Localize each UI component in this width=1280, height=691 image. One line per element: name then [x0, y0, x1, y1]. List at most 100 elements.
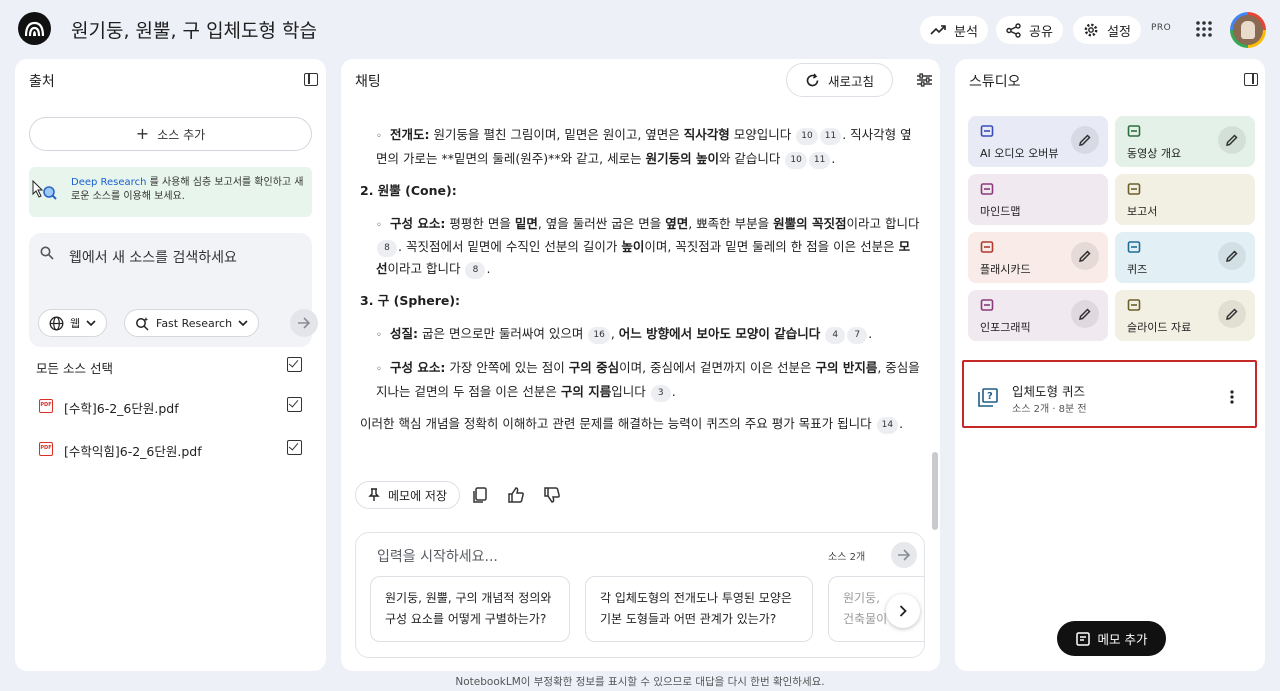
- flashcard-icon: [980, 241, 994, 253]
- quiz-icon: ?: [978, 388, 998, 407]
- source-search-box: 웹에서 새 소스를 검색하세요 웹 Fast Research: [29, 233, 318, 347]
- svg-text:?: ?: [987, 391, 993, 402]
- pin-icon: [368, 488, 380, 501]
- citation-chip[interactable]: 14: [876, 417, 899, 434]
- chevron-down-icon: [238, 320, 248, 326]
- refresh-icon: [806, 72, 819, 86]
- edit-pencil-icon[interactable]: [1071, 126, 1099, 154]
- copy-icon[interactable]: [471, 486, 489, 504]
- submit-search-button[interactable]: [290, 309, 318, 337]
- collapse-panel-icon[interactable]: [1244, 73, 1258, 86]
- response-paragraph: ◦ 전개도: 원기둥을 펼친 그림이며, 밑면은 원이고, 옆면은 직사각형 모양…: [360, 124, 920, 169]
- thumbs-up-icon[interactable]: [507, 486, 525, 504]
- edit-pencil-icon[interactable]: [1218, 300, 1246, 328]
- select-all-checkbox[interactable]: [287, 357, 302, 372]
- fast-research-dropdown[interactable]: Fast Research: [124, 309, 260, 337]
- source-name: [수학익힘]6-2_6단원.pdf: [64, 444, 202, 459]
- edit-pencil-icon[interactable]: [1071, 300, 1099, 328]
- deep-research-text: Deep Research 를 사용해 심층 보고서를 확인하고 새로운 소스를…: [71, 177, 304, 202]
- studio-tile-label: 보고서: [1127, 205, 1158, 218]
- analyze-button[interactable]: 분석: [920, 16, 988, 44]
- source-checkbox[interactable]: [287, 440, 302, 455]
- studio-tile[interactable]: 슬라이드 자료: [1115, 290, 1255, 341]
- add-note-button[interactable]: 메모 추가: [1057, 621, 1166, 656]
- refresh-button[interactable]: 새로고침: [786, 63, 893, 97]
- citation-chip[interactable]: 10: [796, 128, 818, 145]
- tune-icon[interactable]: [917, 73, 932, 87]
- chat-title: 채팅: [355, 74, 381, 90]
- share-button[interactable]: 공유: [996, 16, 1063, 44]
- citation-chip[interactable]: 7: [847, 326, 868, 344]
- citation-chip[interactable]: 8: [465, 261, 486, 279]
- quiz-meta: 소스 2개 · 8분 전: [1012, 404, 1087, 415]
- notebook-title[interactable]: 원기둥, 원뿔, 구 입체도형 학습: [71, 16, 317, 43]
- avatar[interactable]: [1230, 12, 1266, 48]
- citation-chip[interactable]: 16: [588, 326, 610, 344]
- deep-research-link[interactable]: Deep Research: [71, 177, 146, 188]
- save-to-memo-button[interactable]: 메모에 저장: [355, 481, 461, 509]
- more-options-icon[interactable]: [1230, 390, 1234, 404]
- citation-chip[interactable]: 4: [825, 326, 846, 344]
- gear-icon: [1084, 23, 1098, 37]
- studio-tile[interactable]: 보고서: [1115, 174, 1255, 225]
- search-spark-icon: [136, 316, 149, 331]
- studio-tile-label: 인포그래픽: [980, 321, 1031, 334]
- deep-research-banner[interactable]: Deep Research 를 사용해 심층 보고서를 확인하고 새로운 소스를…: [29, 167, 312, 217]
- arrow-right-icon: [298, 317, 311, 329]
- studio-tile[interactable]: 플래시카드: [968, 232, 1108, 283]
- next-suggestions-button[interactable]: [886, 594, 920, 628]
- section-heading: 2. 원뿔 (Cone):: [360, 183, 457, 198]
- studio-tile[interactable]: AI 오디오 오버뷰: [968, 116, 1108, 167]
- add-source-label: 소스 추가: [157, 127, 206, 142]
- chat-input[interactable]: 입력을 시작하세요...: [377, 546, 498, 566]
- response-paragraph: ◦ 구성 요소: 평평한 면을 밑면, 옆을 둘러싼 굽은 면을 옆면, 뾰족한 …: [360, 213, 920, 280]
- settings-button[interactable]: 설정: [1073, 16, 1141, 44]
- pro-badge: PRO: [1151, 23, 1172, 33]
- studio-tile[interactable]: 퀴즈: [1115, 232, 1255, 283]
- video-icon: [1127, 125, 1141, 137]
- studio-tile-label: 동영상 개요: [1127, 147, 1182, 160]
- source-item[interactable]: PDF [수학]6-2_6단원.pdf: [36, 396, 311, 416]
- deep-research-icon: [32, 180, 57, 200]
- source-name: [수학]6-2_6단원.pdf: [64, 401, 179, 416]
- chat-scrollbar[interactable]: [932, 452, 938, 530]
- source-search-input[interactable]: 웹에서 새 소스를 검색하세요: [69, 247, 237, 267]
- add-source-button[interactable]: + 소스 추가: [29, 117, 312, 151]
- scroll-fade: [360, 104, 920, 116]
- analyze-label: 분석: [954, 24, 978, 40]
- source-item[interactable]: PDF [수학익힘]6-2_6단원.pdf: [36, 439, 311, 459]
- apps-grid-icon[interactable]: [1196, 21, 1212, 37]
- plus-icon: +: [135, 124, 150, 143]
- notebooklm-logo-icon[interactable]: [18, 12, 51, 45]
- source-count: 소스 2개: [828, 552, 866, 563]
- share-icon: [1006, 22, 1021, 38]
- studio-panel: 스튜디오 AI 오디오 오버뷰 동영상 개요 마인드맵 보고서 플래시카드 퀴즈 인포그래픽…: [955, 59, 1265, 671]
- citation-chip[interactable]: 11: [819, 128, 842, 145]
- web-source-dropdown[interactable]: 웹: [38, 309, 108, 337]
- source-checkbox[interactable]: [287, 397, 302, 412]
- slides-icon: [1127, 299, 1141, 311]
- suggested-question[interactable]: 원기둥, 원뿔, 구의 개념적 정의와 구성 요소를 어떻게 구별하는가?: [370, 576, 570, 642]
- citation-chip[interactable]: 3: [650, 384, 671, 402]
- thumbs-down-icon[interactable]: [543, 486, 561, 504]
- collapse-panel-icon[interactable]: [304, 73, 318, 86]
- settings-label: 설정: [1107, 24, 1131, 40]
- edit-pencil-icon[interactable]: [1071, 242, 1099, 270]
- sources-panel: 출처 + 소스 추가 Deep Research 를 사용해 심층 보고서를 확…: [15, 59, 326, 671]
- studio-tile-label: AI 오디오 오버뷰: [980, 147, 1059, 160]
- citation-chip[interactable]: 8: [377, 240, 397, 257]
- studio-tile[interactable]: 인포그래픽: [968, 290, 1108, 341]
- refresh-label: 새로고침: [827, 73, 874, 89]
- citation-chip[interactable]: 10: [785, 151, 807, 169]
- edit-pencil-icon[interactable]: [1218, 242, 1246, 270]
- globe-icon: [49, 316, 64, 330]
- suggested-question[interactable]: 각 입체도형의 전개도나 투영된 모양은 기본 도형들과 어떤 관계가 있는가?: [585, 576, 813, 642]
- report-icon: [1127, 183, 1141, 195]
- edit-pencil-icon[interactable]: [1218, 126, 1246, 154]
- select-all-sources-row[interactable]: 모든 소스 선택: [36, 356, 311, 376]
- send-button[interactable]: [891, 542, 917, 568]
- studio-tile[interactable]: 마인드맵: [968, 174, 1108, 225]
- citation-chip[interactable]: 11: [808, 151, 831, 169]
- studio-tile[interactable]: 동영상 개요: [1115, 116, 1255, 167]
- generated-quiz-item[interactable]: ? 입체도형 퀴즈 소스 2개 · 8분 전: [962, 360, 1257, 428]
